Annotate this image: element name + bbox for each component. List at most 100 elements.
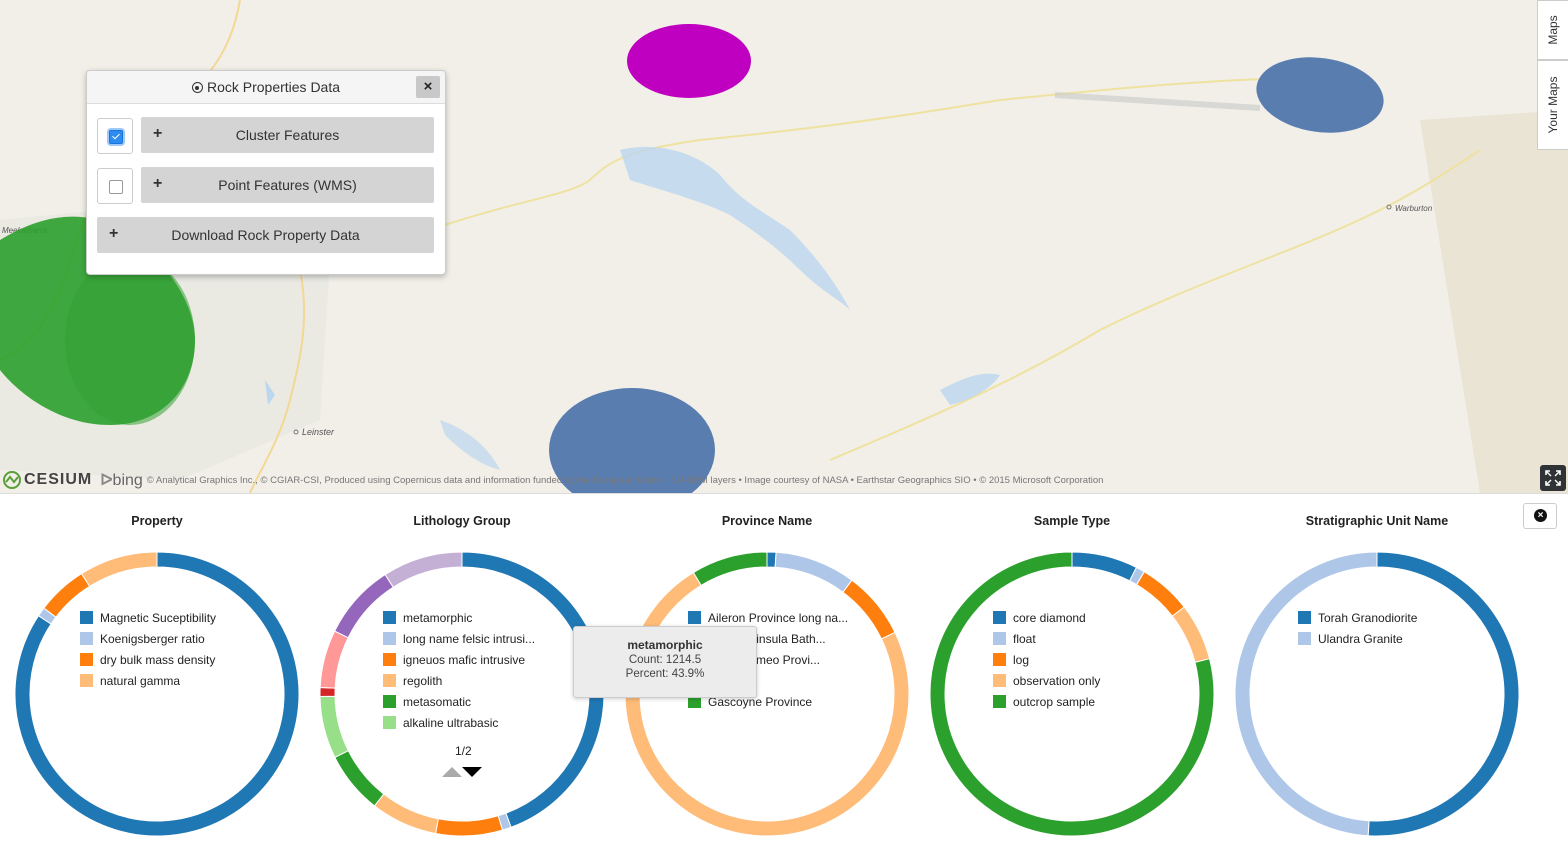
legend-swatch: [993, 632, 1006, 645]
donut-slice[interactable]: [1171, 606, 1211, 664]
donut-slice[interactable]: [766, 551, 777, 568]
point-features-button[interactable]: + Point Features (WMS): [141, 167, 434, 203]
legend-label: Torah Granodiorite: [1318, 610, 1418, 625]
tab-your-maps[interactable]: Your Maps: [1537, 60, 1568, 150]
legend-item[interactable]: Aileron Province long na...: [688, 607, 848, 628]
tooltip-count: Count: 1214.5: [628, 654, 702, 666]
donut-slice[interactable]: [319, 695, 349, 758]
legend-swatch: [993, 653, 1006, 666]
donut-slice[interactable]: [434, 815, 504, 837]
download-label: Download Rock Property Data: [171, 227, 360, 243]
donut-chart-property[interactable]: [7, 549, 307, 839]
cluster-features-button[interactable]: + Cluster Features: [141, 117, 434, 153]
cesium-logo[interactable]: CESIUM: [2, 471, 92, 489]
legend-item[interactable]: Torah Granodiorite: [1298, 607, 1417, 628]
donut-slice[interactable]: [1234, 551, 1378, 837]
map-label-leinster: Leinster: [302, 427, 335, 437]
donut-slice[interactable]: [692, 551, 768, 587]
donut-chart-stratigraphic-unit-name[interactable]: [1227, 549, 1527, 839]
chart-legend: Magnetic Suceptibility Koenigsberger rati…: [80, 607, 216, 691]
legend-item[interactable]: long name felsic intrusi...: [383, 628, 535, 649]
legend-swatch: [80, 611, 93, 624]
legend-swatch: [383, 695, 396, 708]
legend-item[interactable]: igneuos mafic intrusive: [383, 649, 535, 670]
map-attribution: CESIUM ᐅbing © Analytical Graphics Inc.,…: [0, 468, 1190, 492]
chart-legend: Torah Granodiorite Ulandra Granite: [1298, 607, 1417, 649]
bing-logo-text: bing: [112, 472, 143, 489]
legend-swatch: [383, 716, 396, 729]
donut-slice[interactable]: [334, 749, 385, 807]
tab-maps-label: Maps: [1546, 15, 1560, 45]
map-label-warburton: Warburton: [1395, 204, 1433, 213]
cesium-logo-text: CESIUM: [24, 471, 93, 488]
point-features-label: Point Features (WMS): [218, 177, 357, 193]
legend-label: Magnetic Suceptibility: [100, 610, 217, 625]
point-features-checkbox-wrap[interactable]: [97, 168, 133, 204]
legend-item[interactable]: Koenigsberger ratio: [80, 628, 216, 649]
download-rock-property-data-button[interactable]: + Download Rock Property Data: [97, 217, 434, 253]
legend-label: metamorphic: [403, 610, 473, 625]
donut-slice[interactable]: [80, 551, 158, 588]
fullscreen-button[interactable]: [1540, 465, 1566, 491]
chart-legend: metamorphic long name felsic intrusi... ig…: [383, 607, 535, 733]
donut-slice[interactable]: [384, 551, 463, 588]
legend-swatch: [80, 674, 93, 687]
legend-item[interactable]: natural gamma: [80, 670, 216, 691]
legend-swatch: [688, 611, 701, 624]
chart-title: Stratigraphic Unit Name: [1305, 514, 1449, 528]
tooltip-percent: Percent: 43.9%: [625, 668, 705, 680]
donut-slice[interactable]: [1135, 571, 1185, 617]
chart-title: Sample Type: [1033, 514, 1111, 528]
bing-logo[interactable]: ᐅbing: [100, 470, 143, 490]
legend-pager-text: 1/2: [455, 744, 472, 758]
charts-close-button[interactable]: ×: [1523, 503, 1557, 529]
cesium-logo-icon: [3, 471, 21, 489]
legend-item[interactable]: Ulandra Granite: [1298, 628, 1417, 649]
legend-item[interactable]: log: [993, 649, 1100, 670]
donut-slice[interactable]: [774, 551, 853, 593]
charts-panel: × Property Magnetic Suceptibility Koenigs…: [0, 493, 1568, 849]
donut-slice[interactable]: [1367, 551, 1520, 837]
chart-title: Province Name: [721, 514, 813, 528]
chart-lithology-group: Lithology Group metamorphic long name fel…: [312, 494, 612, 849]
cluster-features-checkbox[interactable]: [109, 130, 123, 144]
rock-properties-panel: Rock Properties Data × + Cluster Feature…: [86, 70, 446, 275]
legend-swatch: [383, 611, 396, 624]
magenta-cluster-marker[interactable]: [627, 24, 751, 98]
legend-item[interactable]: dry bulk mass density: [80, 649, 216, 670]
donut-slice[interactable]: [319, 686, 336, 697]
cluster-features-checkbox-wrap[interactable]: [97, 118, 133, 154]
legend-label: Koenigsberger ratio: [100, 631, 205, 646]
map-credit-text: © Analytical Graphics Inc., © CGIAR-CSI,…: [146, 474, 1104, 486]
fullscreen-icon: [1545, 470, 1561, 486]
legend-next-icon[interactable]: [462, 767, 482, 777]
legend-label: natural gamma: [100, 673, 181, 688]
point-features-checkbox[interactable]: [109, 180, 123, 194]
panel-title-text: Rock Properties Data: [206, 79, 341, 95]
legend-item[interactable]: metasomatic: [383, 691, 535, 712]
legend-swatch: [80, 653, 93, 666]
chart-tooltip: metamorphic Count: 1214.5 Percent: 43.9%: [573, 626, 757, 698]
legend-item[interactable]: observation only: [993, 670, 1100, 691]
legend-item[interactable]: regolith: [383, 670, 535, 691]
donut-slice[interactable]: [842, 579, 896, 640]
legend-item[interactable]: core diamond: [993, 607, 1100, 628]
panel-close-button[interactable]: ×: [416, 76, 440, 98]
legend-item[interactable]: outcrop sample: [993, 691, 1100, 712]
donut-slice[interactable]: [373, 793, 439, 835]
legend-item[interactable]: alkaline ultrabasic: [383, 712, 535, 733]
legend-item[interactable]: Magnetic Suceptibility: [80, 607, 216, 628]
panel-header: Rock Properties Data ×: [87, 71, 445, 104]
donut-slice[interactable]: [1071, 551, 1138, 582]
legend-swatch: [383, 653, 396, 666]
legend-prev-icon[interactable]: [442, 767, 462, 777]
legend-label: core diamond: [1013, 610, 1086, 625]
legend-label: alkaline ultrabasic: [403, 715, 499, 730]
donut-slice[interactable]: [319, 630, 349, 689]
download-row: + Download Rock Property Data: [97, 217, 435, 253]
tab-maps[interactable]: Maps: [1537, 0, 1568, 60]
legend-item[interactable]: metamorphic: [383, 607, 535, 628]
legend-item[interactable]: float: [993, 628, 1100, 649]
tooltip-title: metamorphic: [627, 638, 703, 652]
legend-label: metasomatic: [403, 694, 472, 709]
